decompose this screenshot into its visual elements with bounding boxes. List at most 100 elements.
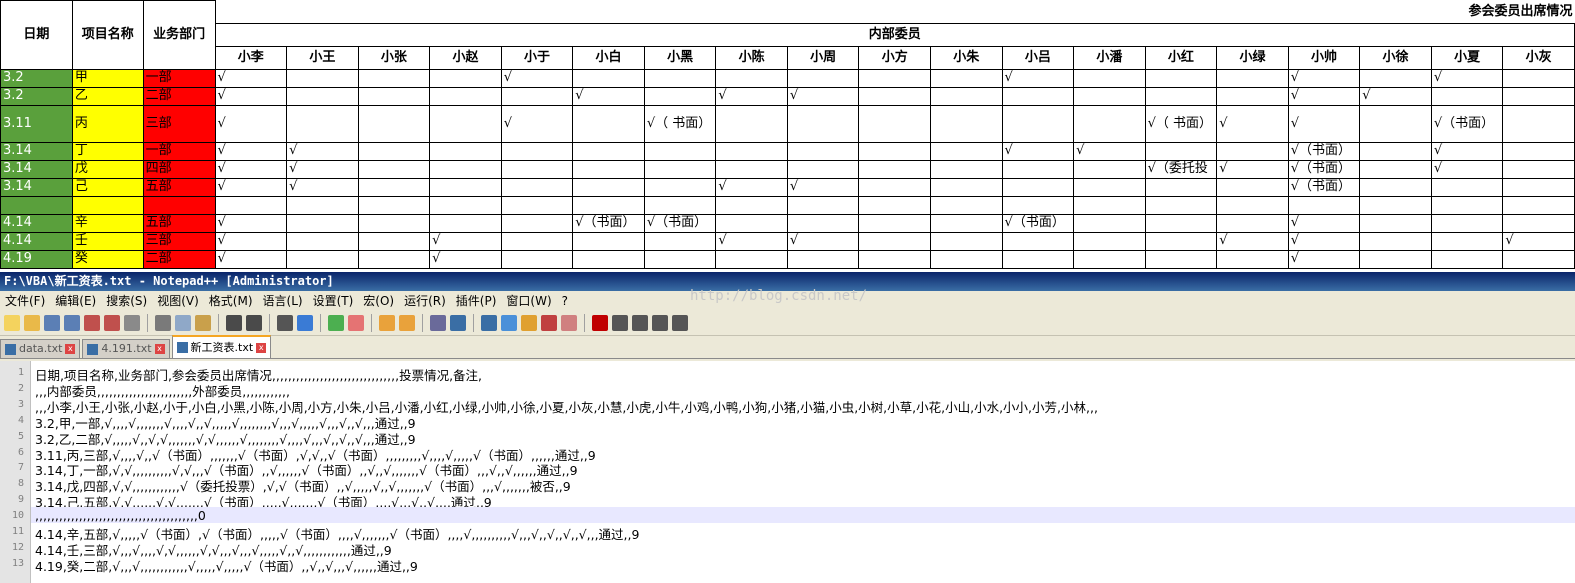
attendance-cell[interactable] xyxy=(786,249,860,269)
attendance-cell[interactable] xyxy=(572,159,645,179)
project-cell[interactable]: 甲 xyxy=(71,68,144,88)
project-cell[interactable]: 乙 xyxy=(71,86,144,106)
date-cell[interactable]: 4.14 xyxy=(0,231,73,251)
attendance-cell[interactable] xyxy=(643,159,717,179)
attendance-cell[interactable]: √ xyxy=(214,68,288,88)
menu-item[interactable]: ? xyxy=(557,291,573,311)
attendance-cell[interactable] xyxy=(1430,86,1504,106)
date-cell[interactable]: 3.11 xyxy=(0,104,73,143)
attendance-cell[interactable] xyxy=(858,213,931,233)
attendance-cell[interactable]: √ xyxy=(1216,231,1289,251)
attendance-cell[interactable]: √ xyxy=(1287,104,1361,143)
attendance-cell[interactable] xyxy=(643,141,717,161)
attendance-cell[interactable] xyxy=(1001,231,1075,251)
monitor-icon[interactable] xyxy=(561,315,577,331)
attendance-cell[interactable] xyxy=(1216,213,1289,233)
attendance-cell[interactable]: √（书面） xyxy=(1430,104,1504,143)
attendance-cell[interactable]: √ xyxy=(500,104,574,143)
attendance-cell[interactable] xyxy=(572,195,645,215)
attendance-cell[interactable] xyxy=(357,68,431,88)
attendance-cell[interactable]: √ xyxy=(214,177,288,197)
new-file-icon[interactable] xyxy=(4,315,20,331)
paste-icon[interactable] xyxy=(195,315,211,331)
project-cell[interactable]: 癸 xyxy=(71,249,144,269)
attendance-cell[interactable]: √ xyxy=(1430,159,1504,179)
attendance-cell[interactable]: √（ 书面） xyxy=(1144,104,1218,143)
attendance-cell[interactable] xyxy=(1430,231,1504,251)
attendance-cell[interactable] xyxy=(715,249,788,269)
attendance-cell[interactable] xyxy=(1216,195,1289,215)
date-cell[interactable] xyxy=(0,195,73,215)
attendance-cell[interactable] xyxy=(1359,104,1432,143)
attendance-cell[interactable] xyxy=(1001,195,1075,215)
attendance-cell[interactable] xyxy=(1216,249,1289,269)
date-cell[interactable]: 3.2 xyxy=(0,68,73,88)
attendance-cell[interactable]: √（书面） xyxy=(1287,177,1361,197)
attendance-cell[interactable] xyxy=(214,195,288,215)
attendance-cell[interactable] xyxy=(643,231,717,251)
attendance-cell[interactable]: √ xyxy=(1001,68,1075,88)
attendance-cell[interactable]: √ xyxy=(429,231,502,251)
attendance-cell[interactable] xyxy=(1502,141,1575,161)
menu-item[interactable]: 视图(V) xyxy=(152,291,204,311)
attendance-cell[interactable] xyxy=(858,68,931,88)
attendance-cell[interactable]: √ xyxy=(1001,141,1075,161)
attendance-cell[interactable] xyxy=(500,249,574,269)
attendance-cell[interactable] xyxy=(1001,177,1075,197)
attendance-cell[interactable] xyxy=(357,86,431,106)
close-all-icon[interactable] xyxy=(104,315,120,331)
dept-cell[interactable]: 二部 xyxy=(142,249,216,269)
date-cell[interactable]: 3.14 xyxy=(0,141,73,161)
attendance-cell[interactable] xyxy=(1144,141,1218,161)
show-all-chars-icon[interactable] xyxy=(450,315,466,331)
attendance-cell[interactable] xyxy=(500,86,574,106)
attendance-cell[interactable]: √ xyxy=(214,249,288,269)
tab-file[interactable]: data.txt x xyxy=(0,339,81,358)
attendance-cell[interactable]: √（ 书面） xyxy=(643,104,717,143)
attendance-cell[interactable]: √ xyxy=(214,159,288,179)
attendance-cell[interactable] xyxy=(1359,213,1432,233)
attendance-cell[interactable] xyxy=(357,177,431,197)
code-line[interactable]: ,,,,,,,,,,,,,,,,,,,,,,,,,,,,,,,,,,,,,,,,… xyxy=(35,508,206,523)
attendance-cell[interactable]: √ xyxy=(500,68,574,88)
attendance-cell[interactable] xyxy=(286,104,359,143)
dept-cell[interactable]: 四部 xyxy=(142,159,216,179)
dept-cell[interactable]: 五部 xyxy=(142,177,216,197)
tab-file[interactable]: 4.191.txt x xyxy=(82,339,170,358)
menu-item[interactable]: 语言(L) xyxy=(258,291,308,311)
attendance-cell[interactable]: √ xyxy=(1430,68,1504,88)
sync-vertical-icon[interactable] xyxy=(379,315,395,331)
attendance-cell[interactable] xyxy=(930,249,1003,269)
attendance-cell[interactable]: √ xyxy=(786,231,860,251)
attendance-cell[interactable] xyxy=(930,231,1003,251)
print-icon[interactable] xyxy=(124,315,140,331)
attendance-cell[interactable] xyxy=(1073,104,1146,143)
attendance-cell[interactable] xyxy=(715,104,788,143)
attendance-cell[interactable] xyxy=(930,195,1003,215)
save-macro-icon[interactable] xyxy=(672,315,688,331)
zoom-in-icon[interactable] xyxy=(328,315,344,331)
attendance-cell[interactable] xyxy=(1144,195,1218,215)
attendance-cell[interactable]: √（书面） xyxy=(1287,141,1361,161)
indent-guide-icon[interactable] xyxy=(481,315,497,331)
project-cell[interactable]: 己 xyxy=(71,177,144,197)
attendance-cell[interactable] xyxy=(643,177,717,197)
attendance-cell[interactable] xyxy=(643,249,717,269)
attendance-cell[interactable]: √（书面） xyxy=(572,213,645,233)
attendance-cell[interactable] xyxy=(643,86,717,106)
attendance-cell[interactable] xyxy=(357,249,431,269)
attendance-cell[interactable] xyxy=(1359,249,1432,269)
attendance-cell[interactable]: √ xyxy=(286,177,359,197)
attendance-cell[interactable] xyxy=(572,231,645,251)
close-tab-icon[interactable]: x xyxy=(65,344,76,354)
attendance-cell[interactable]: √ xyxy=(1073,141,1146,161)
save-all-icon[interactable] xyxy=(64,315,80,331)
attendance-cell[interactable] xyxy=(500,231,574,251)
attendance-cell[interactable]: √ xyxy=(1287,231,1361,251)
menu-item[interactable]: 宏(O) xyxy=(358,291,399,311)
attendance-cell[interactable] xyxy=(429,213,502,233)
replace-icon[interactable] xyxy=(297,315,313,331)
dept-cell[interactable]: 一部 xyxy=(142,68,216,88)
code-line[interactable]: 4.19,癸,二部,√,,,√,,,,,,,,,,,,√,,,,,√,,,,,√… xyxy=(35,556,418,575)
date-cell[interactable]: 3.14 xyxy=(0,159,73,179)
